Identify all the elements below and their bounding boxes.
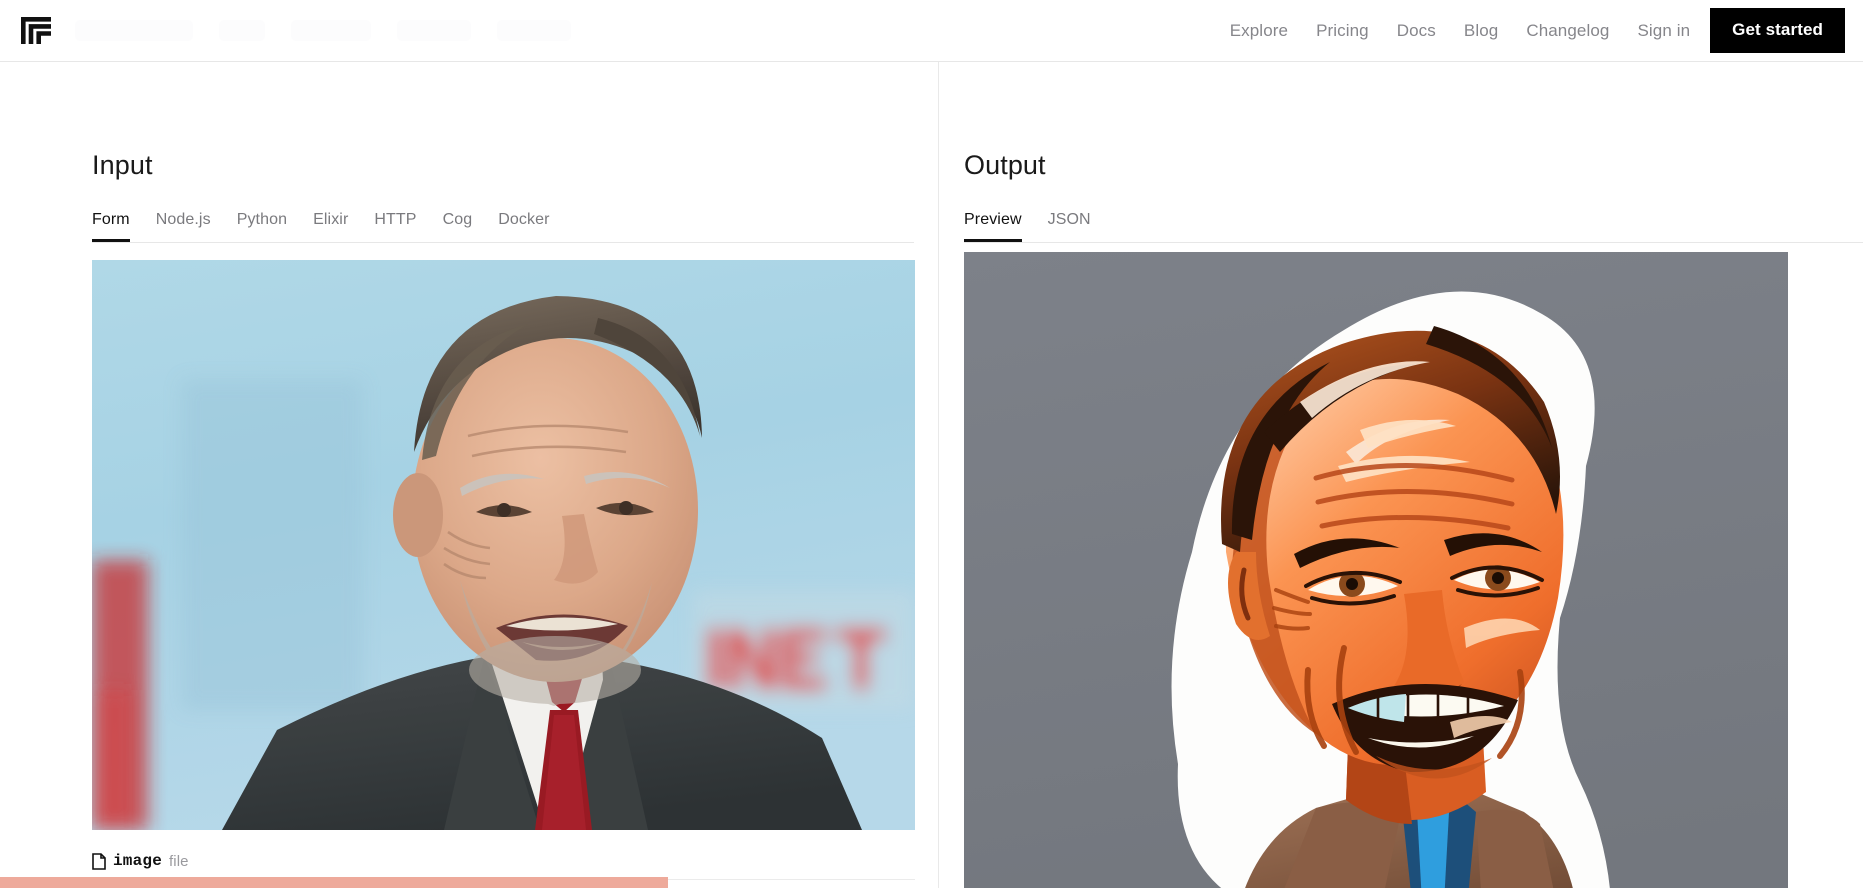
nav-link-docs[interactable]: Docs xyxy=(1383,22,1450,39)
site-header: Explore Pricing Docs Blog Changelog Sign… xyxy=(0,0,1863,62)
nav-skeleton-item xyxy=(397,20,471,41)
output-sticker-illustration xyxy=(964,252,1788,888)
get-started-button[interactable]: Get started xyxy=(1710,8,1845,53)
nav-link-pricing[interactable]: Pricing xyxy=(1302,22,1383,39)
file-icon xyxy=(92,852,106,870)
tab-cog[interactable]: Cog xyxy=(443,211,473,242)
tab-form[interactable]: Form xyxy=(92,211,130,242)
tab-python[interactable]: Python xyxy=(237,211,287,242)
primary-navigation: Explore Pricing Docs Blog Changelog Sign… xyxy=(1216,0,1863,61)
nav-skeleton-item xyxy=(219,20,265,41)
nav-link-explore[interactable]: Explore xyxy=(1216,22,1302,39)
tab-docker[interactable]: Docker xyxy=(498,211,549,242)
replicate-logo[interactable] xyxy=(17,12,55,50)
output-tabs: Preview JSON xyxy=(964,211,1863,243)
output-image-preview[interactable] xyxy=(964,252,1788,888)
tab-json[interactable]: JSON xyxy=(1048,211,1091,242)
input-field-type: file xyxy=(169,852,189,870)
nav-skeleton-placeholders xyxy=(75,20,571,41)
input-image-preview[interactable] xyxy=(92,260,915,830)
input-field-name: image xyxy=(113,852,163,870)
tab-preview[interactable]: Preview xyxy=(964,211,1022,242)
output-panel-title: Output xyxy=(964,150,1046,180)
nav-link-changelog[interactable]: Changelog xyxy=(1512,22,1623,39)
input-field-image: image file xyxy=(92,852,915,880)
main-content: Input Form Node.js Python Elixir HTTP Co… xyxy=(0,62,1863,888)
nav-skeleton-item xyxy=(75,20,193,41)
warning-banner xyxy=(0,877,668,888)
output-panel: Output Preview JSON xyxy=(938,62,1863,888)
input-photo xyxy=(92,260,915,830)
tab-http[interactable]: HTTP xyxy=(374,211,416,242)
nav-skeleton-item xyxy=(497,20,571,41)
nav-skeleton-item xyxy=(291,20,371,41)
input-panel: Input Form Node.js Python Elixir HTTP Co… xyxy=(0,62,938,888)
input-panel-title: Input xyxy=(92,150,153,180)
input-tabs: Form Node.js Python Elixir HTTP Cog Dock… xyxy=(92,211,914,243)
nav-link-sign-in[interactable]: Sign in xyxy=(1623,22,1710,39)
replicate-logo-icon xyxy=(21,17,51,44)
nav-link-blog[interactable]: Blog xyxy=(1450,22,1512,39)
panel-divider xyxy=(938,62,939,888)
tab-elixir[interactable]: Elixir xyxy=(313,211,348,242)
tab-nodejs[interactable]: Node.js xyxy=(156,211,211,242)
